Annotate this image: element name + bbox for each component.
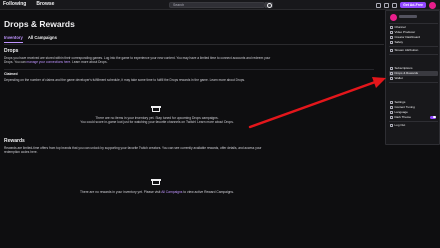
menu-item-label: Wallet (394, 76, 403, 81)
star-icon (390, 66, 393, 70)
notifications-icon[interactable] (384, 2, 390, 8)
rewards-description: Rewards are limited-time offers from top… (4, 146, 374, 154)
menu-item-wallet[interactable]: Wallet (389, 76, 438, 81)
rewards-desc-line2: redemption codes here. (4, 150, 38, 155)
menu-separator (389, 121, 438, 122)
empty-rewards-icon (151, 177, 161, 185)
tab-all-campaigns[interactable]: All Campaigns (28, 35, 57, 43)
tabs-divider (4, 44, 384, 45)
menu-item-dark-theme[interactable]: Dark Theme (389, 115, 438, 120)
menu-item-video-producer[interactable]: Video Producer (389, 30, 438, 35)
rewards-empty-b: to view active Reward Campaigns. (182, 190, 234, 194)
menu-item-label: Log Out (394, 123, 406, 128)
menu-item-label: Safety (394, 40, 404, 45)
drops-empty-message: There are no items in your inventory yet… (60, 116, 254, 124)
main-content: Drops & Rewards Inventory All Campaigns … (0, 10, 385, 248)
rewards-empty-a: There are no rewards in your inventory y… (80, 190, 162, 194)
menu-item-label: Settings (394, 100, 406, 105)
menu-item-label: Content Tuning (394, 105, 415, 110)
rewards-empty-message: There are no rewards in your inventory y… (40, 190, 274, 194)
menu-avatar (390, 14, 397, 21)
nav-browse[interactable]: Browse (36, 1, 54, 8)
channel-icon (390, 25, 393, 29)
all-campaigns-link[interactable]: All Campaigns (161, 190, 182, 194)
empty-inventory-icon (151, 104, 161, 112)
menu-item-label: Language (394, 110, 408, 115)
attribution-icon (390, 48, 393, 52)
top-navigation: Following Browse Search Get Ad-Free (0, 0, 440, 10)
drops-empty-line2: You could score in-game loot just for wa… (80, 120, 234, 125)
shield-icon (390, 40, 393, 44)
menu-item-label: Drops & Rewards (394, 71, 419, 76)
get-ad-free-button[interactable]: Get Ad-Free (400, 2, 426, 8)
drops-heading: Drops (4, 48, 19, 54)
nav-following[interactable]: Following (3, 1, 26, 8)
nav-links: Following Browse (3, 1, 54, 8)
rewards-desc-line1: Rewards are limited-time offers from top… (4, 146, 262, 150)
menu-item-subscriptions[interactable]: Subscriptions (389, 66, 438, 71)
menu-item-label: Dark Theme (394, 115, 411, 120)
search-icon[interactable] (265, 2, 273, 8)
menu-item-stream-attribution[interactable]: Stream Attribution (389, 48, 438, 53)
menu-item-drops-rewards[interactable]: Drops & Rewards (389, 71, 438, 76)
gear-icon (390, 100, 393, 104)
drops-description: Drops you have received are stored withi… (4, 56, 374, 64)
menu-item-label: Channel (394, 25, 406, 30)
menu-item-channel[interactable]: Channel (389, 25, 438, 30)
tuning-icon (390, 105, 393, 109)
wallet-icon (390, 76, 393, 80)
drops-desc-line2b: . Learn more about Drops. (70, 60, 108, 65)
rewards-heading: Rewards (4, 138, 25, 144)
tab-inventory[interactable]: Inventory (4, 35, 23, 43)
menu-separator (389, 23, 438, 24)
dashboard-icon (390, 35, 393, 39)
user-avatar-button[interactable] (429, 1, 436, 9)
logout-icon (390, 123, 393, 127)
menu-username-placeholder (399, 15, 417, 18)
whispers-icon[interactable] (392, 2, 398, 8)
inbox-icon[interactable] (376, 2, 382, 8)
menu-separator (389, 54, 438, 55)
gift-icon (390, 71, 393, 75)
user-dropdown-menu: Channel Video Producer Creator Dashboard… (385, 10, 440, 145)
menu-item-creator-dashboard[interactable]: Creator Dashboard (389, 35, 438, 40)
menu-item-language[interactable]: Language (389, 110, 438, 115)
tab-bar: Inventory All Campaigns (4, 35, 57, 43)
menu-item-settings[interactable]: Settings (389, 100, 438, 105)
menu-item-label: Video Producer (394, 30, 416, 35)
menu-separator (389, 46, 438, 47)
moon-icon (390, 115, 393, 119)
menu-item-label: Subscriptions (394, 66, 413, 71)
menu-item-log-out[interactable]: Log Out (389, 123, 438, 128)
dark-theme-toggle[interactable] (430, 115, 436, 119)
menu-item-content-tuning[interactable]: Content Tuning (389, 105, 438, 110)
section-divider (4, 69, 374, 70)
claimed-description: Depending on the number of claims and th… (4, 78, 246, 82)
menu-item-safety[interactable]: Safety (389, 40, 438, 45)
page-title: Drops & Rewards (4, 19, 75, 29)
drops-desc-line2a: Drops. You can (4, 60, 27, 65)
nav-actions: Get Ad-Free (376, 1, 436, 9)
claimed-heading: Claimed (4, 72, 18, 76)
manage-connections-link[interactable]: manage your connections here (27, 60, 71, 64)
globe-icon (390, 110, 393, 114)
menu-item-label: Stream Attribution (394, 48, 419, 53)
menu-item-label: Creator Dashboard (394, 35, 421, 40)
video-producer-icon (390, 30, 393, 34)
search-input[interactable]: Search (169, 2, 265, 8)
menu-separator (389, 82, 438, 83)
